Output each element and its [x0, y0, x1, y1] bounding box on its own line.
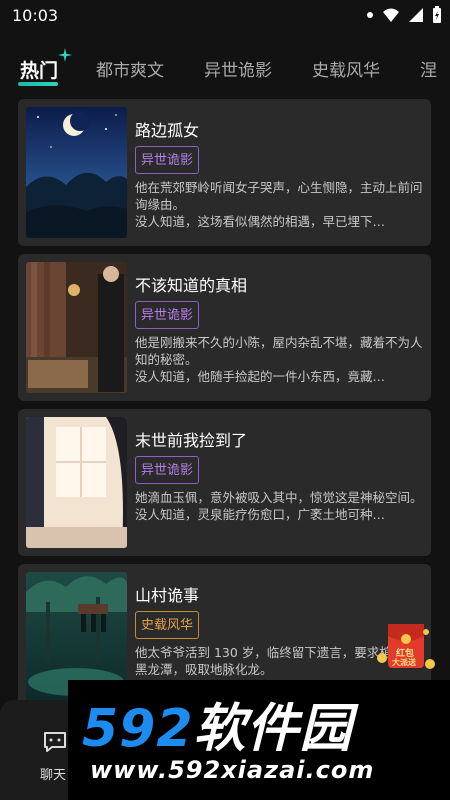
story-card[interactable]: 不该知道的真相 异世诡影 他是刚搬来不久的小陈，屋内杂乱不堪，藏着不为人知的秘密… — [18, 254, 431, 401]
watermark-logo: 592软件园 — [82, 699, 353, 759]
story-description: 他在荒郊野岭听闻女子哭声，心生恻隐，主动上前问询缘由。 没人知道，这场看似偶然的… — [135, 179, 425, 230]
sparkle-icon — [58, 48, 72, 62]
category-tabs: 热门 都市爽文 异世诡影 史载风华 涅 — [0, 48, 450, 98]
signal-icon — [409, 8, 423, 22]
chat-icon — [44, 732, 66, 752]
battery-icon — [433, 6, 441, 23]
status-time: 10:03 — [12, 6, 59, 25]
status-icons — [366, 6, 442, 24]
status-bar: 10:03 — [0, 0, 450, 32]
story-title: 山村诡事 — [135, 586, 200, 605]
story-card[interactable]: 末世前我捡到了 异世诡影 她滴血玉佩，意外被吸入其中，惊觉这是神秘空间。 没人知… — [18, 409, 431, 556]
story-description: 他是刚搬来不久的小陈，屋内杂乱不堪，藏着不为人知的秘密。 没人知道，他随手捡起的… — [135, 334, 425, 385]
desc-line: 她滴血玉佩，意外被吸入其中，惊觉这是神秘空间。 — [135, 490, 423, 505]
dot-icon — [367, 12, 373, 18]
tab-more[interactable]: 涅 — [420, 56, 437, 81]
red-packet-promo[interactable]: 红包 大派送 — [376, 618, 436, 678]
desc-line: 他在荒郊野岭听闻女子哭声，心生恻隐，主动上前问询缘由。 — [135, 180, 423, 212]
site-watermark: 592软件园 www.592xiazai.com — [68, 680, 450, 800]
desc-line: 没人知道，他随手捡起的一件小东西，竟藏… — [135, 369, 386, 384]
watermark-url: www.592xiazai.com — [90, 756, 375, 784]
story-title: 末世前我捡到了 — [135, 431, 248, 450]
wifi-icon — [383, 8, 399, 22]
cover-image — [26, 262, 127, 393]
tab-history[interactable]: 史载风华 — [312, 56, 380, 81]
tab-otherworld[interactable]: 异世诡影 — [204, 56, 272, 81]
story-card[interactable]: 路边孤女 异世诡影 他在荒郊野岭听闻女子哭声，心生恻隐，主动上前问询缘由。 没人… — [18, 99, 431, 246]
story-title: 不该知道的真相 — [135, 276, 248, 295]
genre-tag: 异世诡影 — [135, 301, 200, 329]
story-title: 路边孤女 — [135, 121, 200, 140]
cover-image — [26, 417, 127, 548]
cover-image — [26, 107, 127, 238]
genre-tag: 异世诡影 — [135, 146, 200, 174]
active-tab-indicator — [18, 82, 58, 86]
desc-line: 他是刚搬来不久的小陈，屋内杂乱不堪，藏着不为人知的秘密。 — [135, 335, 423, 367]
tab-hot[interactable]: 热门 — [20, 56, 58, 83]
desc-line: 没人知道，灵泉能疗伤愈口，广袤土地可种… — [135, 507, 386, 522]
desc-line: 没人知道，这场看似偶然的相遇，早已埋下… — [135, 214, 386, 229]
nav-chat-label[interactable]: 聊天 — [40, 764, 66, 783]
genre-tag: 异世诡影 — [135, 456, 200, 484]
story-description: 她滴血玉佩，意外被吸入其中，惊觉这是神秘空间。 没人知道，灵泉能疗伤愈口，广袤土… — [135, 489, 425, 523]
tab-urban[interactable]: 都市爽文 — [96, 56, 164, 81]
red-packet-subtext: 大派送 — [392, 658, 416, 667]
genre-tag: 史载风华 — [135, 611, 200, 639]
